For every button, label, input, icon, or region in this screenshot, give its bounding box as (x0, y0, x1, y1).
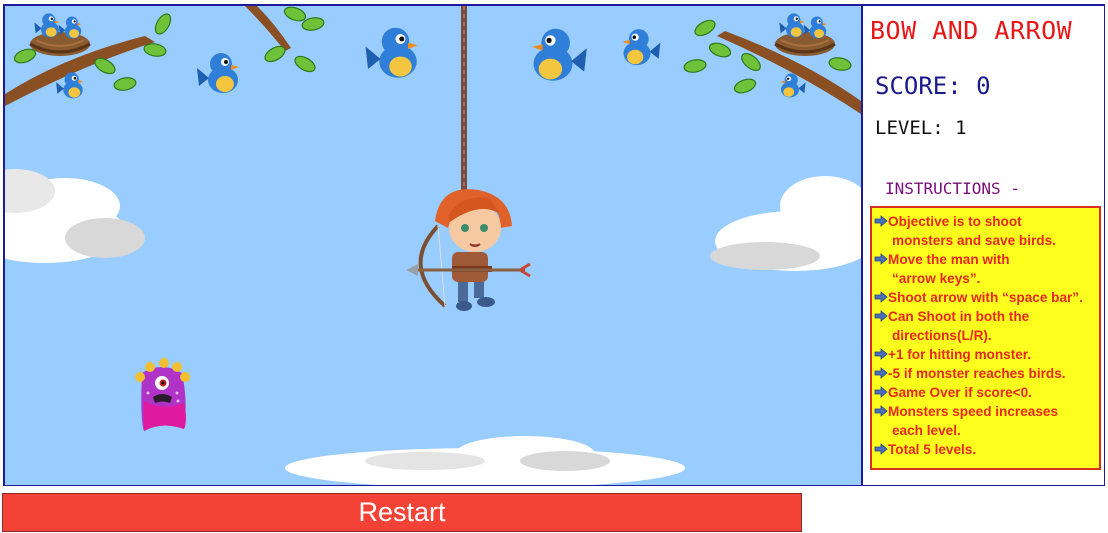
nest-right (773, 13, 837, 58)
bird-sprite (622, 29, 661, 66)
side-panel: BOW AND ARROW SCORE: 0 LEVEL: 1 INSTRUCT… (863, 6, 1104, 485)
level-display: LEVEL: 1 (875, 117, 967, 139)
archer-sprite[interactable] (406, 189, 531, 311)
bird-sprite (365, 27, 418, 78)
bird-sprite (197, 53, 239, 93)
instruction-item: Game Over if score<0. (874, 383, 1097, 402)
instruction-item: Monsters speed increases each level. (874, 402, 1097, 440)
arrow-bullet-icon (874, 405, 888, 417)
branch-right (682, 16, 861, 114)
instruction-item: Objective is to shoot monsters and save b… (874, 212, 1097, 250)
game-canvas[interactable] (5, 6, 861, 485)
instructions-box: Objective is to shoot monsters and save b… (870, 206, 1101, 470)
instruction-item: Move the man with “arrow keys”. (874, 250, 1097, 288)
arrow-bullet-icon (874, 291, 888, 303)
cloud-left (5, 169, 145, 263)
instruction-item: +1 for hitting monster. (874, 345, 1097, 364)
arrow-bullet-icon (874, 348, 888, 360)
restart-button[interactable]: Restart (2, 493, 802, 532)
instruction-item: Can Shoot in both the directions(L/R). (874, 307, 1097, 345)
arrow-bullet-icon (874, 386, 888, 398)
game-scene (5, 6, 861, 485)
nest-left (28, 13, 92, 58)
cloud-right (710, 176, 861, 271)
instruction-item: -5 if monster reaches birds. (874, 364, 1097, 383)
score-display: SCORE: 0 (875, 72, 991, 100)
monster-sprite[interactable] (135, 358, 190, 431)
game-title: BOW AND ARROW (870, 16, 1073, 45)
arrow-bullet-icon (874, 310, 888, 322)
instruction-item: Shoot arrow with “space bar”. (874, 288, 1097, 307)
arrow-bullet-icon (874, 215, 888, 227)
instructions-heading: INSTRUCTIONS - (885, 179, 1020, 198)
arrow-bullet-icon (874, 443, 888, 455)
arrow-bullet-icon (874, 367, 888, 379)
instruction-item: Total 5 levels. (874, 440, 1097, 459)
cloud-bottom (285, 436, 685, 485)
bird-sprite (532, 28, 587, 81)
arrow-bullet-icon (874, 253, 888, 265)
